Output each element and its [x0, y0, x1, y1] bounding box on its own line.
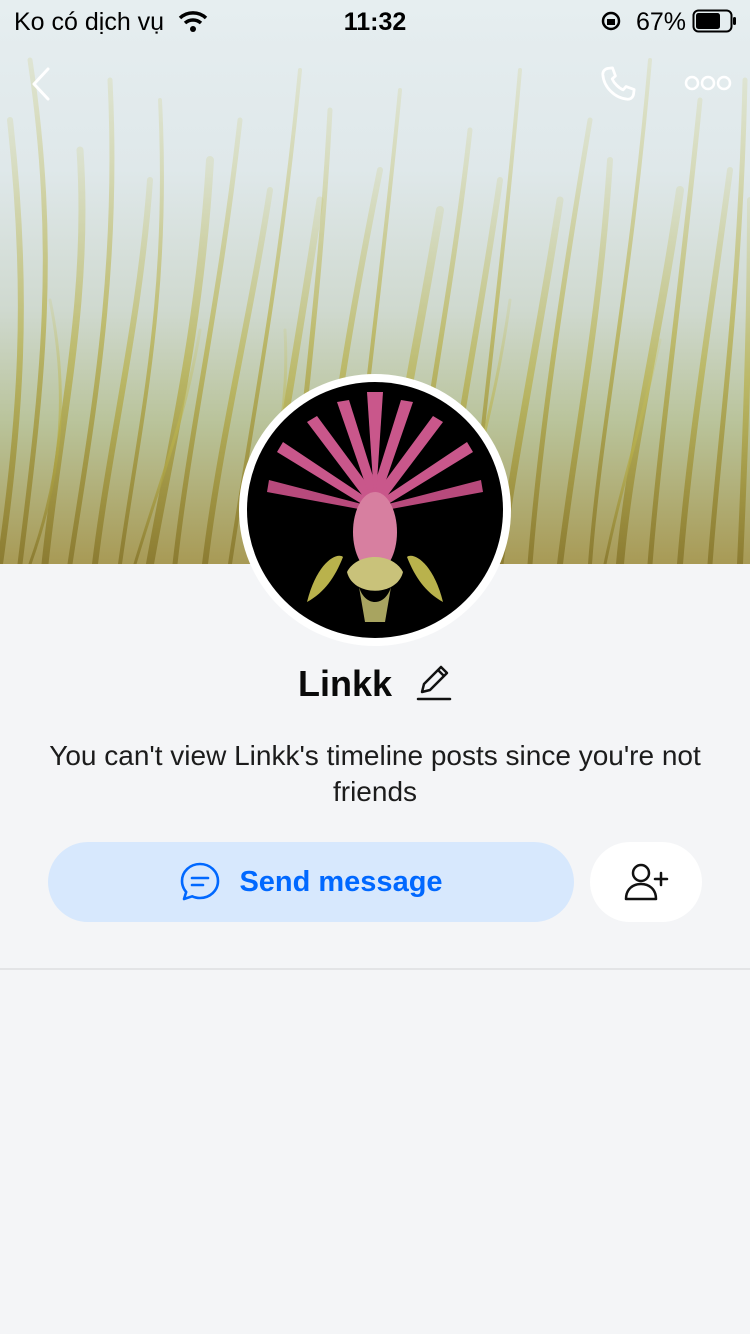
profile-name: Linkk	[297, 663, 392, 704]
rotation-lock-icon	[601, 11, 621, 31]
send-message-label: Send message	[239, 865, 443, 898]
battery-icon	[692, 9, 736, 33]
back-icon[interactable]	[28, 66, 56, 102]
avatar[interactable]	[239, 374, 511, 646]
section-divider	[0, 968, 750, 970]
send-message-button[interactable]: Send message	[48, 842, 574, 922]
edit-icon[interactable]	[416, 662, 452, 702]
battery-percent: 67%	[635, 8, 686, 36]
phone-icon[interactable]	[596, 62, 640, 106]
add-friend-button[interactable]	[590, 842, 702, 922]
profile-name-row: Linkk	[0, 662, 750, 705]
chat-icon	[181, 862, 220, 901]
more-icon[interactable]	[684, 72, 732, 94]
timeline-notice: You can't view Linkk's timeline posts si…	[49, 740, 701, 807]
add-friend-icon	[624, 863, 669, 901]
status-bar: Ko có dịch vụ 11:32 67%	[0, 0, 750, 42]
avatar-flower-image	[267, 392, 483, 622]
